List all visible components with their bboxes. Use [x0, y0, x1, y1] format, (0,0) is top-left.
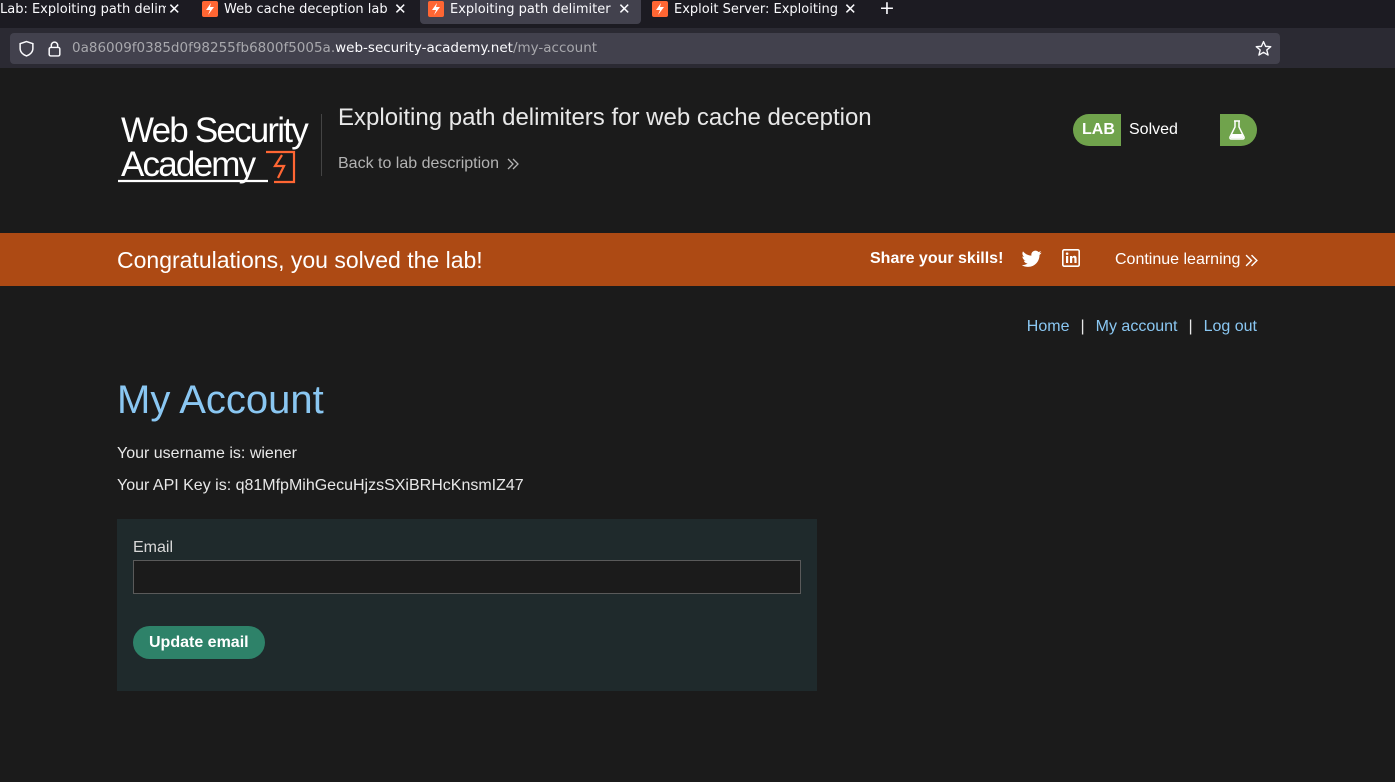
continue-learning-label: Continue learning — [1115, 251, 1241, 268]
email-field[interactable] — [133, 560, 801, 594]
tab-title: Exploit Server: Exploiting — [674, 1, 839, 17]
linkedin-icon[interactable] — [1062, 249, 1080, 267]
account-nav: Home | My account | Log out — [1027, 318, 1257, 336]
url-path: /my-account — [512, 40, 598, 56]
browser-tab[interactable]: Web cache deception lab ✕ — [202, 0, 412, 24]
tab-title: Lab: Exploiting path delim — [0, 1, 166, 17]
logo-line2: Academy — [121, 145, 257, 184]
lab-status-value: Solved — [1121, 114, 1220, 146]
browser-tab-active[interactable]: Exploiting path delimiter ✕ — [420, 0, 641, 24]
solved-banner: Congratulations, you solved the lab! Sha… — [0, 233, 1395, 286]
double-chevron-right-icon — [507, 158, 519, 170]
url-bar[interactable]: 0a86009f0385d0f98255fb6800f5005a.web-sec… — [10, 33, 1280, 64]
web-security-academy-logo[interactable]: Web Security Academy — [118, 112, 320, 184]
browser-tab-bar: Lab: Exploiting path delim ✕ Web cache d… — [0, 0, 1395, 28]
lab-title: Exploiting path delimiters for web cache… — [338, 104, 872, 131]
congratulations-message: Congratulations, you solved the lab! — [117, 247, 483, 273]
close-icon[interactable]: ✕ — [844, 0, 857, 18]
twitter-icon[interactable] — [1022, 250, 1042, 268]
page-title: My Account — [117, 378, 324, 422]
browser-tab[interactable]: Lab: Exploiting path delim ✕ — [0, 0, 190, 24]
tab-title: Web cache deception lab — [224, 1, 388, 17]
nav-separator: | — [1080, 318, 1085, 335]
tab-title: Exploiting path delimiter — [450, 1, 611, 17]
back-to-lab-description-link[interactable]: Back to lab description — [338, 155, 519, 173]
browser-nav-bar: 0a86009f0385d0f98255fb6800f5005a.web-sec… — [0, 28, 1395, 68]
logout-link[interactable]: Log out — [1204, 318, 1257, 336]
bookmark-star-icon[interactable] — [1255, 40, 1272, 57]
close-icon[interactable]: ✕ — [394, 0, 407, 18]
username-text: Your username is: wiener — [117, 445, 297, 462]
close-icon[interactable]: ✕ — [618, 0, 631, 18]
share-skills-label: Share your skills! — [870, 250, 1004, 267]
url-host: web-security-academy.net — [335, 40, 513, 56]
continue-learning-link[interactable]: Continue learning — [1115, 251, 1259, 269]
email-label: Email — [133, 539, 174, 556]
double-chevron-right-icon — [1246, 254, 1259, 266]
url-prefix: 0a86009f0385d0f98255fb6800f5005a. — [72, 40, 336, 56]
shield-icon[interactable] — [18, 40, 35, 57]
page-content: Web Security Academy Exploiting path del… — [0, 68, 1395, 782]
new-tab-button[interactable]: + — [879, 0, 895, 19]
flask-icon — [1229, 120, 1245, 140]
lab-status-widget: LAB Solved — [1073, 114, 1257, 146]
logo-divider — [321, 114, 322, 176]
nav-separator: | — [1188, 318, 1193, 335]
lab-favicon-icon — [202, 1, 218, 17]
update-email-form: Email Update email — [117, 519, 817, 691]
browser-tab[interactable]: Exploit Server: Exploiting ✕ — [652, 0, 862, 24]
home-link[interactable]: Home — [1027, 318, 1070, 336]
update-email-button[interactable]: Update email — [133, 626, 265, 659]
lab-status-label: LAB — [1082, 121, 1115, 138]
lab-favicon-icon — [428, 1, 444, 17]
url-text[interactable]: 0a86009f0385d0f98255fb6800f5005a.web-sec… — [72, 40, 597, 56]
lab-favicon-icon — [652, 1, 668, 17]
back-link-label: Back to lab description — [338, 155, 499, 172]
api-key-text: Your API Key is: q81MfpMihGecuHjzsSXiBRH… — [117, 477, 524, 494]
lock-icon[interactable] — [46, 40, 63, 57]
close-icon[interactable]: ✕ — [168, 0, 181, 18]
my-account-link[interactable]: My account — [1096, 318, 1178, 336]
